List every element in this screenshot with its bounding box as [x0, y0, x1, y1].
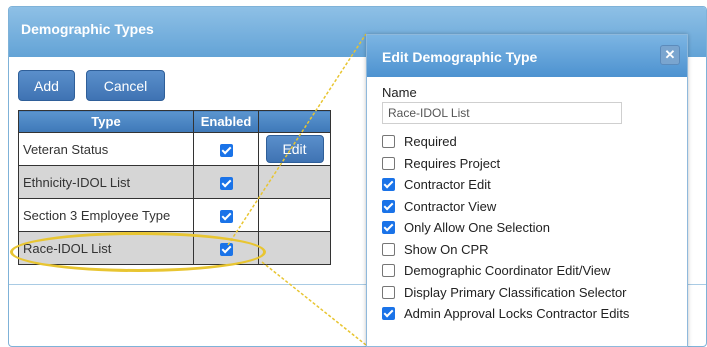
checkbox[interactable]	[382, 156, 395, 170]
dialog-body: Name Required Requires Project Contracto…	[367, 77, 687, 325]
option-show-on-cpr[interactable]: Show On CPR	[382, 239, 687, 261]
column-header-action	[258, 110, 331, 133]
column-header-enabled: Enabled	[193, 110, 259, 133]
enabled-checkbox[interactable]	[219, 209, 233, 223]
table-row: Race-IDOL List	[18, 231, 331, 265]
action-cell	[258, 165, 331, 199]
checkbox[interactable]	[382, 242, 395, 256]
option-contractor-view[interactable]: Contractor View	[382, 196, 687, 218]
options-list: Required Requires Project Contractor Edi…	[382, 131, 687, 325]
option-label: Required	[404, 134, 457, 150]
table-row: Veteran Status Edit	[18, 132, 331, 166]
dialog-title-text: Edit Demographic Type	[382, 49, 538, 65]
checkbox[interactable]	[382, 135, 395, 149]
enabled-cell	[193, 165, 259, 199]
option-label: Admin Approval Locks Contractor Edits	[404, 306, 630, 322]
type-cell: Section 3 Employee Type	[18, 198, 194, 232]
option-only-allow-one-selection[interactable]: Only Allow One Selection	[382, 217, 687, 239]
column-header-type: Type	[18, 110, 194, 133]
option-label: Demographic Coordinator Edit/View	[404, 263, 611, 279]
table-header-row: Type Enabled	[18, 110, 331, 133]
name-input[interactable]	[382, 102, 622, 124]
cancel-button[interactable]: Cancel	[86, 70, 165, 101]
option-required[interactable]: Required	[382, 131, 687, 153]
action-cell	[258, 231, 331, 265]
option-contractor-edit[interactable]: Contractor Edit	[382, 174, 687, 196]
enabled-cell	[193, 198, 259, 232]
enabled-cell	[193, 132, 259, 166]
name-label: Name	[382, 85, 417, 100]
action-cell: Edit	[258, 132, 331, 166]
checkbox[interactable]	[382, 199, 395, 213]
enabled-checkbox[interactable]	[219, 242, 233, 256]
enabled-checkbox[interactable]	[219, 176, 233, 190]
option-label: Contractor View	[404, 198, 497, 214]
action-cell	[258, 198, 331, 232]
checkbox[interactable]	[382, 221, 395, 235]
option-requires-project[interactable]: Requires Project	[382, 153, 687, 175]
type-cell: Race-IDOL List	[18, 231, 194, 265]
option-demographic-coordinator[interactable]: Demographic Coordinator Edit/View	[382, 260, 687, 282]
add-button[interactable]: Add	[18, 70, 75, 101]
demographic-types-table: Type Enabled Veteran Status Edit Ethnici…	[18, 110, 331, 265]
checkbox[interactable]	[382, 264, 395, 278]
option-display-primary-classification[interactable]: Display Primary Classification Selector	[382, 282, 687, 304]
option-admin-approval-locks[interactable]: Admin Approval Locks Contractor Edits	[382, 303, 687, 325]
edit-button[interactable]: Edit	[265, 135, 324, 163]
table-row: Ethnicity-IDOL List	[18, 165, 331, 199]
edit-demographic-type-dialog: Edit Demographic Type ✕ Name Required Re…	[366, 34, 688, 347]
stage: Demographic Types Add Cancel Type Enable…	[0, 0, 707, 347]
close-icon[interactable]: ✕	[660, 45, 680, 65]
enabled-cell	[193, 231, 259, 265]
table-row: Section 3 Employee Type	[18, 198, 331, 232]
option-label: Display Primary Classification Selector	[404, 284, 627, 300]
checkbox[interactable]	[382, 285, 395, 299]
type-cell: Veteran Status	[18, 132, 194, 166]
option-label: Only Allow One Selection	[404, 220, 550, 236]
option-label: Requires Project	[404, 155, 501, 171]
checkbox[interactable]	[382, 307, 395, 321]
option-label: Contractor Edit	[404, 177, 491, 193]
checkbox[interactable]	[382, 178, 395, 192]
type-cell: Ethnicity-IDOL List	[18, 165, 194, 199]
dialog-title: Edit Demographic Type ✕	[367, 35, 687, 77]
option-label: Show On CPR	[404, 241, 489, 257]
enabled-checkbox[interactable]	[219, 143, 233, 157]
